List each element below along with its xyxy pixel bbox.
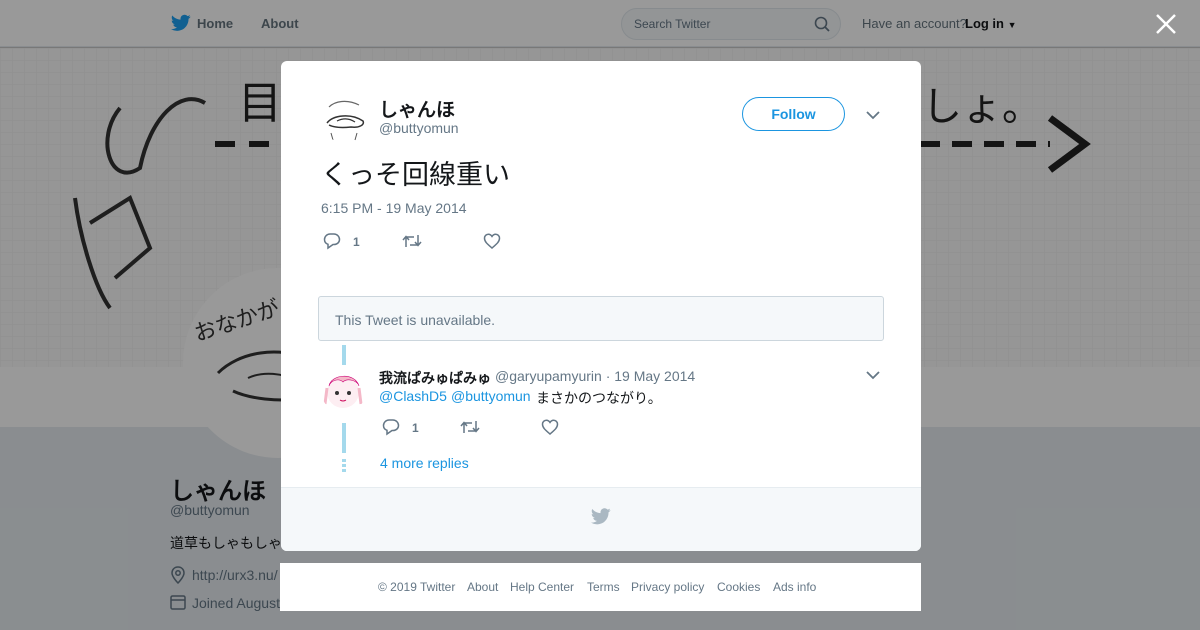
like-action[interactable] [541,418,581,436]
reply-author-avatar-drawing [323,375,363,408]
reply-count: 1 [353,235,360,249]
thread-dot [342,469,346,472]
retweet-action[interactable] [460,418,500,436]
tweet-author-name[interactable]: しゃんほ [379,95,455,122]
retweet-icon[interactable] [460,418,480,436]
tweet-text: くっそ回線重い [321,160,510,190]
footer-copyright: © 2019 Twitter [378,580,456,594]
footer-cookies-link[interactable]: Cookies [717,580,760,594]
reply-count: 1 [412,421,419,435]
reply-author-name[interactable]: 我流ぱみゅぱみゅ [379,368,491,388]
reply-icon[interactable] [323,232,341,250]
tweet-author-avatar-drawing [326,100,365,141]
tweet-modal: しゃんほ @buttyomun Follow くっそ回線重い 6:15 PM -… [281,61,921,551]
chevron-down-icon[interactable] [866,371,880,380]
tweet-timestamp[interactable]: 6:15 PM - 19 May 2014 [321,200,467,216]
reply-author-avatar[interactable] [321,368,366,413]
reply-mention-link[interactable]: @buttyomun [451,388,531,404]
follow-button[interactable]: Follow [742,97,845,131]
thread-dot [342,464,346,467]
reply-mention-link[interactable]: @ClashD5 [379,388,447,404]
tweet-author-avatar[interactable] [321,95,369,143]
unavailable-tweet-notice: This Tweet is unavailable. [318,296,884,341]
modal-footer [281,487,921,551]
close-icon[interactable] [1153,11,1179,37]
unavailable-text: This Tweet is unavailable. [335,312,496,328]
reply-action[interactable]: 1 [323,232,373,250]
like-icon[interactable] [541,418,559,436]
reply-action[interactable]: 1 [382,418,432,436]
reply-meta[interactable]: @garyupamyurin · 19 May 2014 [495,368,695,384]
reply-text: まさかのつながり。 [536,390,662,406]
footer-help-link[interactable]: Help Center [510,580,574,594]
footer-about-link[interactable]: About [467,580,498,594]
like-action[interactable] [483,232,523,250]
thread-line-bottom [342,423,346,453]
retweet-icon[interactable] [402,232,422,250]
footer-privacy-link[interactable]: Privacy policy [631,580,704,594]
footer-ads-link[interactable]: Ads info [773,580,816,594]
site-footer: © 2019 Twitter About Help Center Terms P… [280,563,921,611]
retweet-action[interactable] [402,232,442,250]
thread-dot [342,459,346,462]
chevron-down-icon[interactable] [866,111,880,120]
thread-line-top [342,345,346,365]
footer-terms-link[interactable]: Terms [587,580,620,594]
tweet-author-handle[interactable]: @buttyomun [379,120,459,136]
like-icon[interactable] [483,232,501,250]
more-replies-link[interactable]: 4 more replies [380,455,469,471]
reply-icon[interactable] [382,418,400,436]
twitter-bird-icon [591,508,611,525]
